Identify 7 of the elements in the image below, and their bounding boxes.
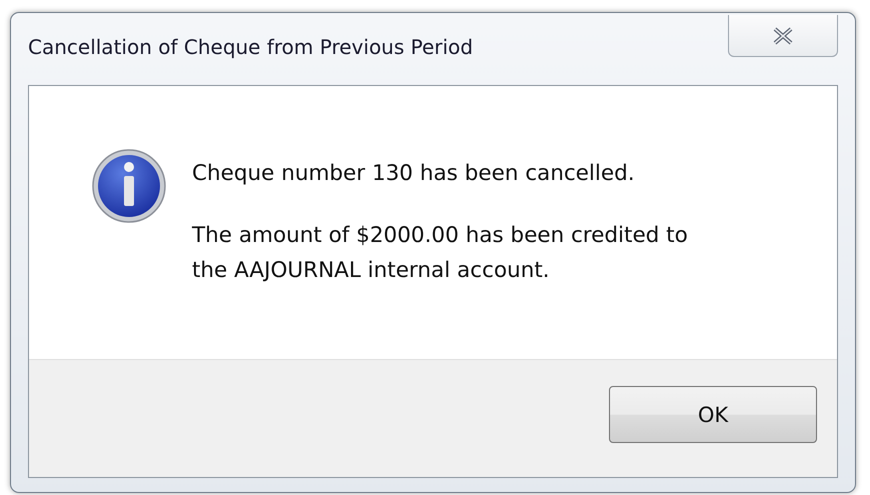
ok-button[interactable]: OK bbox=[609, 386, 817, 443]
close-button[interactable] bbox=[728, 15, 838, 57]
close-icon bbox=[772, 26, 794, 44]
information-icon bbox=[91, 148, 167, 224]
message-text: Cheque number 130 has been cancelled. bbox=[192, 160, 636, 188]
window-title: Cancellation of Cheque from Previous Period bbox=[28, 35, 473, 59]
message-text: The amount of $2000.00 has been credited to the AAJOURNAL internal account. bbox=[192, 222, 689, 285]
